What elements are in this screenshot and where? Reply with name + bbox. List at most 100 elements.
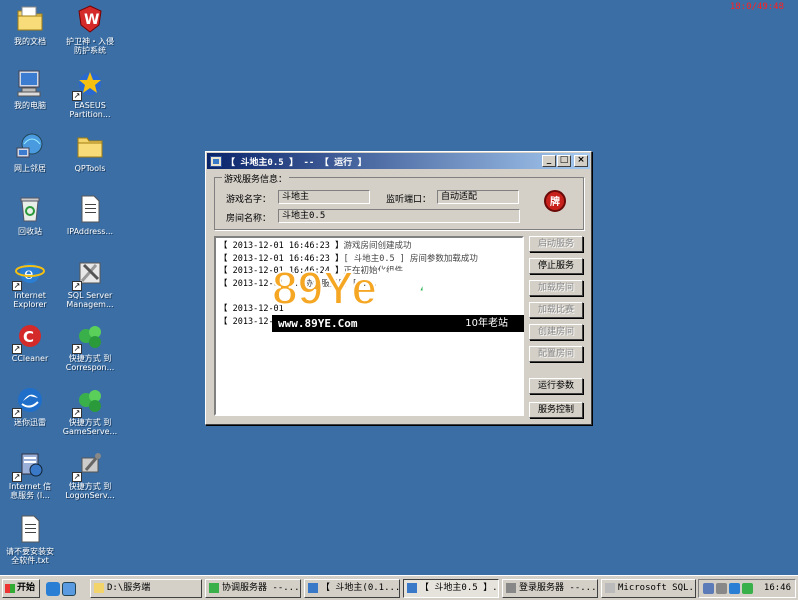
start-button[interactable]: 开始 [2, 579, 40, 598]
game-name-label: 游戏名字： [226, 195, 272, 205]
task-folder[interactable]: D:\服务端 [90, 579, 202, 598]
my-documents-icon [14, 3, 46, 35]
service-control-button[interactable]: 服务控制 [529, 402, 583, 418]
network-icon [14, 130, 46, 162]
icon-label: QPTools [74, 164, 106, 173]
desktop-icon-shortcut-gameserver[interactable]: ↗ 快捷方式 到 GameServe... [58, 384, 122, 436]
icon-label: 回收站 [18, 227, 42, 236]
icon-label: SQL Server Managem... [66, 291, 114, 309]
icon-label: 迷你迅雷 [14, 418, 46, 427]
desktop-icon-shortcut-logonserver[interactable]: ↗ 快捷方式 到 LogonServ... [58, 448, 122, 500]
game-name-field[interactable]: 斗地主 [278, 190, 370, 204]
icon-label: Internet 信 息服务 (I... [8, 482, 52, 500]
taskbar: 开始 D:\服务端 协调服务器 --... 【 斗地主(0.1... 【 斗地主… [0, 575, 798, 600]
window-titlebar[interactable]: 【 斗地主0.5 】 -- 【 运行 】 _ □ × [207, 153, 590, 169]
ie-quicklaunch-icon[interactable] [46, 582, 60, 596]
desktop-icon-recycle-bin[interactable]: 回收站 [0, 193, 62, 236]
icon-label: CCleaner [11, 354, 49, 363]
svg-text:W: W [84, 12, 99, 28]
icon-label: 我的电脑 [14, 101, 46, 110]
task-sql[interactable]: Microsoft SQL... [601, 579, 696, 598]
app-icon [407, 583, 417, 593]
shortcut-icon: ↗ [72, 384, 106, 418]
ie-icon: e ↗ [12, 257, 46, 291]
shortcut-icon: ↗ [72, 448, 106, 482]
watermark-cn: 源码 [376, 268, 458, 314]
shortcut-icon: ↗ [72, 320, 106, 354]
my-computer-icon [14, 67, 46, 99]
icon-label: IPAddress... [66, 227, 114, 236]
port-field[interactable]: 自动适配 [437, 190, 519, 204]
room-name-field[interactable]: 斗地主0.5 [278, 209, 520, 223]
desktop-icon-ccleaner[interactable]: C ↗ CCleaner [0, 320, 62, 363]
desktop-quicklaunch-icon[interactable] [62, 582, 76, 596]
close-button[interactable]: × [574, 155, 588, 167]
desktop-icon-qptools[interactable]: QPTools [58, 130, 122, 173]
tray-network-icon[interactable] [703, 583, 714, 594]
shortcut-arrow-icon: ↗ [72, 344, 82, 354]
start-service-button[interactable]: 启动服务 [529, 236, 583, 252]
watermark-url: www.89YE.Com [278, 317, 358, 330]
desktop-icon-huweishen[interactable]: W 护卫神・入侵 防护系统 [58, 3, 122, 55]
shortcut-arrow-icon: ↗ [12, 408, 22, 418]
watermark-years: 10年老站 [465, 318, 508, 329]
create-room-button[interactable]: 创建房间 [529, 324, 583, 340]
desktop-icon-ipaddress[interactable]: IPAddress... [58, 193, 122, 236]
icon-label: 护卫神・入侵 防护系统 [66, 37, 114, 55]
system-tray: 16:46 [698, 579, 796, 598]
run-params-button[interactable]: 运行参数 [529, 378, 583, 394]
desktop-icon-my-documents[interactable]: 我的文档 [0, 3, 62, 46]
log-line: 【 2013-12-01 16:46:23 】游戏房间创建成功 [219, 241, 412, 251]
desktop-icon-shortcut-correspond[interactable]: ↗ 快捷方式 到 Correspon... [58, 320, 122, 372]
shortcut-arrow-icon: ↗ [72, 281, 82, 291]
huweishen-icon: W [74, 3, 106, 35]
watermark: 89 Ye 源码 www.89YE.Com 10年老站 [271, 261, 526, 334]
shortcut-arrow-icon: ↗ [72, 91, 82, 101]
xunlei-icon: ↗ [12, 384, 46, 418]
sql-server-icon: ↗ [72, 257, 106, 291]
task-ddz-01[interactable]: 【 斗地主(0.1... [304, 579, 400, 598]
server-icon [209, 583, 219, 593]
recycle-bin-icon [14, 193, 46, 225]
sql-server-icon [605, 583, 615, 593]
text-file-icon [74, 193, 106, 225]
task-ddz-05[interactable]: 【 斗地主0.5 】... [403, 579, 499, 598]
shortcut-arrow-icon: ↗ [72, 472, 82, 482]
shortcut-arrow-icon: ↗ [12, 344, 22, 354]
task-logon[interactable]: 登录服务器 --... [502, 579, 598, 598]
ccleaner-icon: C ↗ [12, 320, 46, 354]
folder-icon [74, 130, 106, 162]
shortcut-arrow-icon: ↗ [72, 408, 82, 418]
icon-label: 我的文档 [14, 37, 46, 46]
tray-clock[interactable]: 16:46 [764, 583, 791, 593]
text-file-icon [14, 513, 46, 545]
icon-label: 快捷方式 到 LogonServ... [65, 482, 115, 500]
clock-overlay: 18:0/49:48 [729, 2, 784, 12]
port-label: 监听端口： [386, 195, 432, 205]
desktop-icon-sql-server[interactable]: ↗ SQL Server Managem... [58, 257, 122, 309]
desktop-icon-network[interactable]: 网上邻居 [0, 130, 62, 173]
desktop-icon-iis[interactable]: ↗ Internet 信 息服务 (I... [0, 448, 62, 500]
config-room-button[interactable]: 配置房间 [529, 346, 583, 362]
task-coordinator[interactable]: 协调服务器 --... [205, 579, 301, 598]
stop-service-button[interactable]: 停止服务 [529, 258, 583, 274]
load-room-button[interactable]: 加载房间 [529, 280, 583, 296]
desktop-icon-easeus[interactable]: ↗ EASEUS Partition... [58, 67, 122, 119]
app-icon [308, 583, 318, 593]
svg-text:C: C [23, 328, 34, 346]
iis-icon: ↗ [12, 448, 46, 482]
folder-icon [94, 583, 104, 593]
load-match-button[interactable]: 加载比赛 [529, 302, 583, 318]
maximize-button[interactable]: □ [557, 155, 571, 167]
minimize-button[interactable]: _ [542, 155, 556, 167]
tray-ie-icon[interactable] [729, 583, 740, 594]
icon-label: 网上邻居 [14, 164, 46, 173]
group-title: 游戏服务信息： [222, 172, 290, 185]
tray-user-icon[interactable] [716, 583, 727, 594]
shortcut-arrow-icon: ↗ [12, 472, 22, 482]
desktop-icon-ie[interactable]: e ↗ Internet Explorer [0, 257, 62, 309]
desktop-icon-readme-txt[interactable]: 请不要安装安 全软件.txt [0, 513, 62, 565]
desktop-icon-xunlei[interactable]: ↗ 迷你迅雷 [0, 384, 62, 427]
desktop-icon-my-computer[interactable]: 我的电脑 [0, 67, 62, 110]
tray-shield-icon[interactable] [742, 583, 753, 594]
